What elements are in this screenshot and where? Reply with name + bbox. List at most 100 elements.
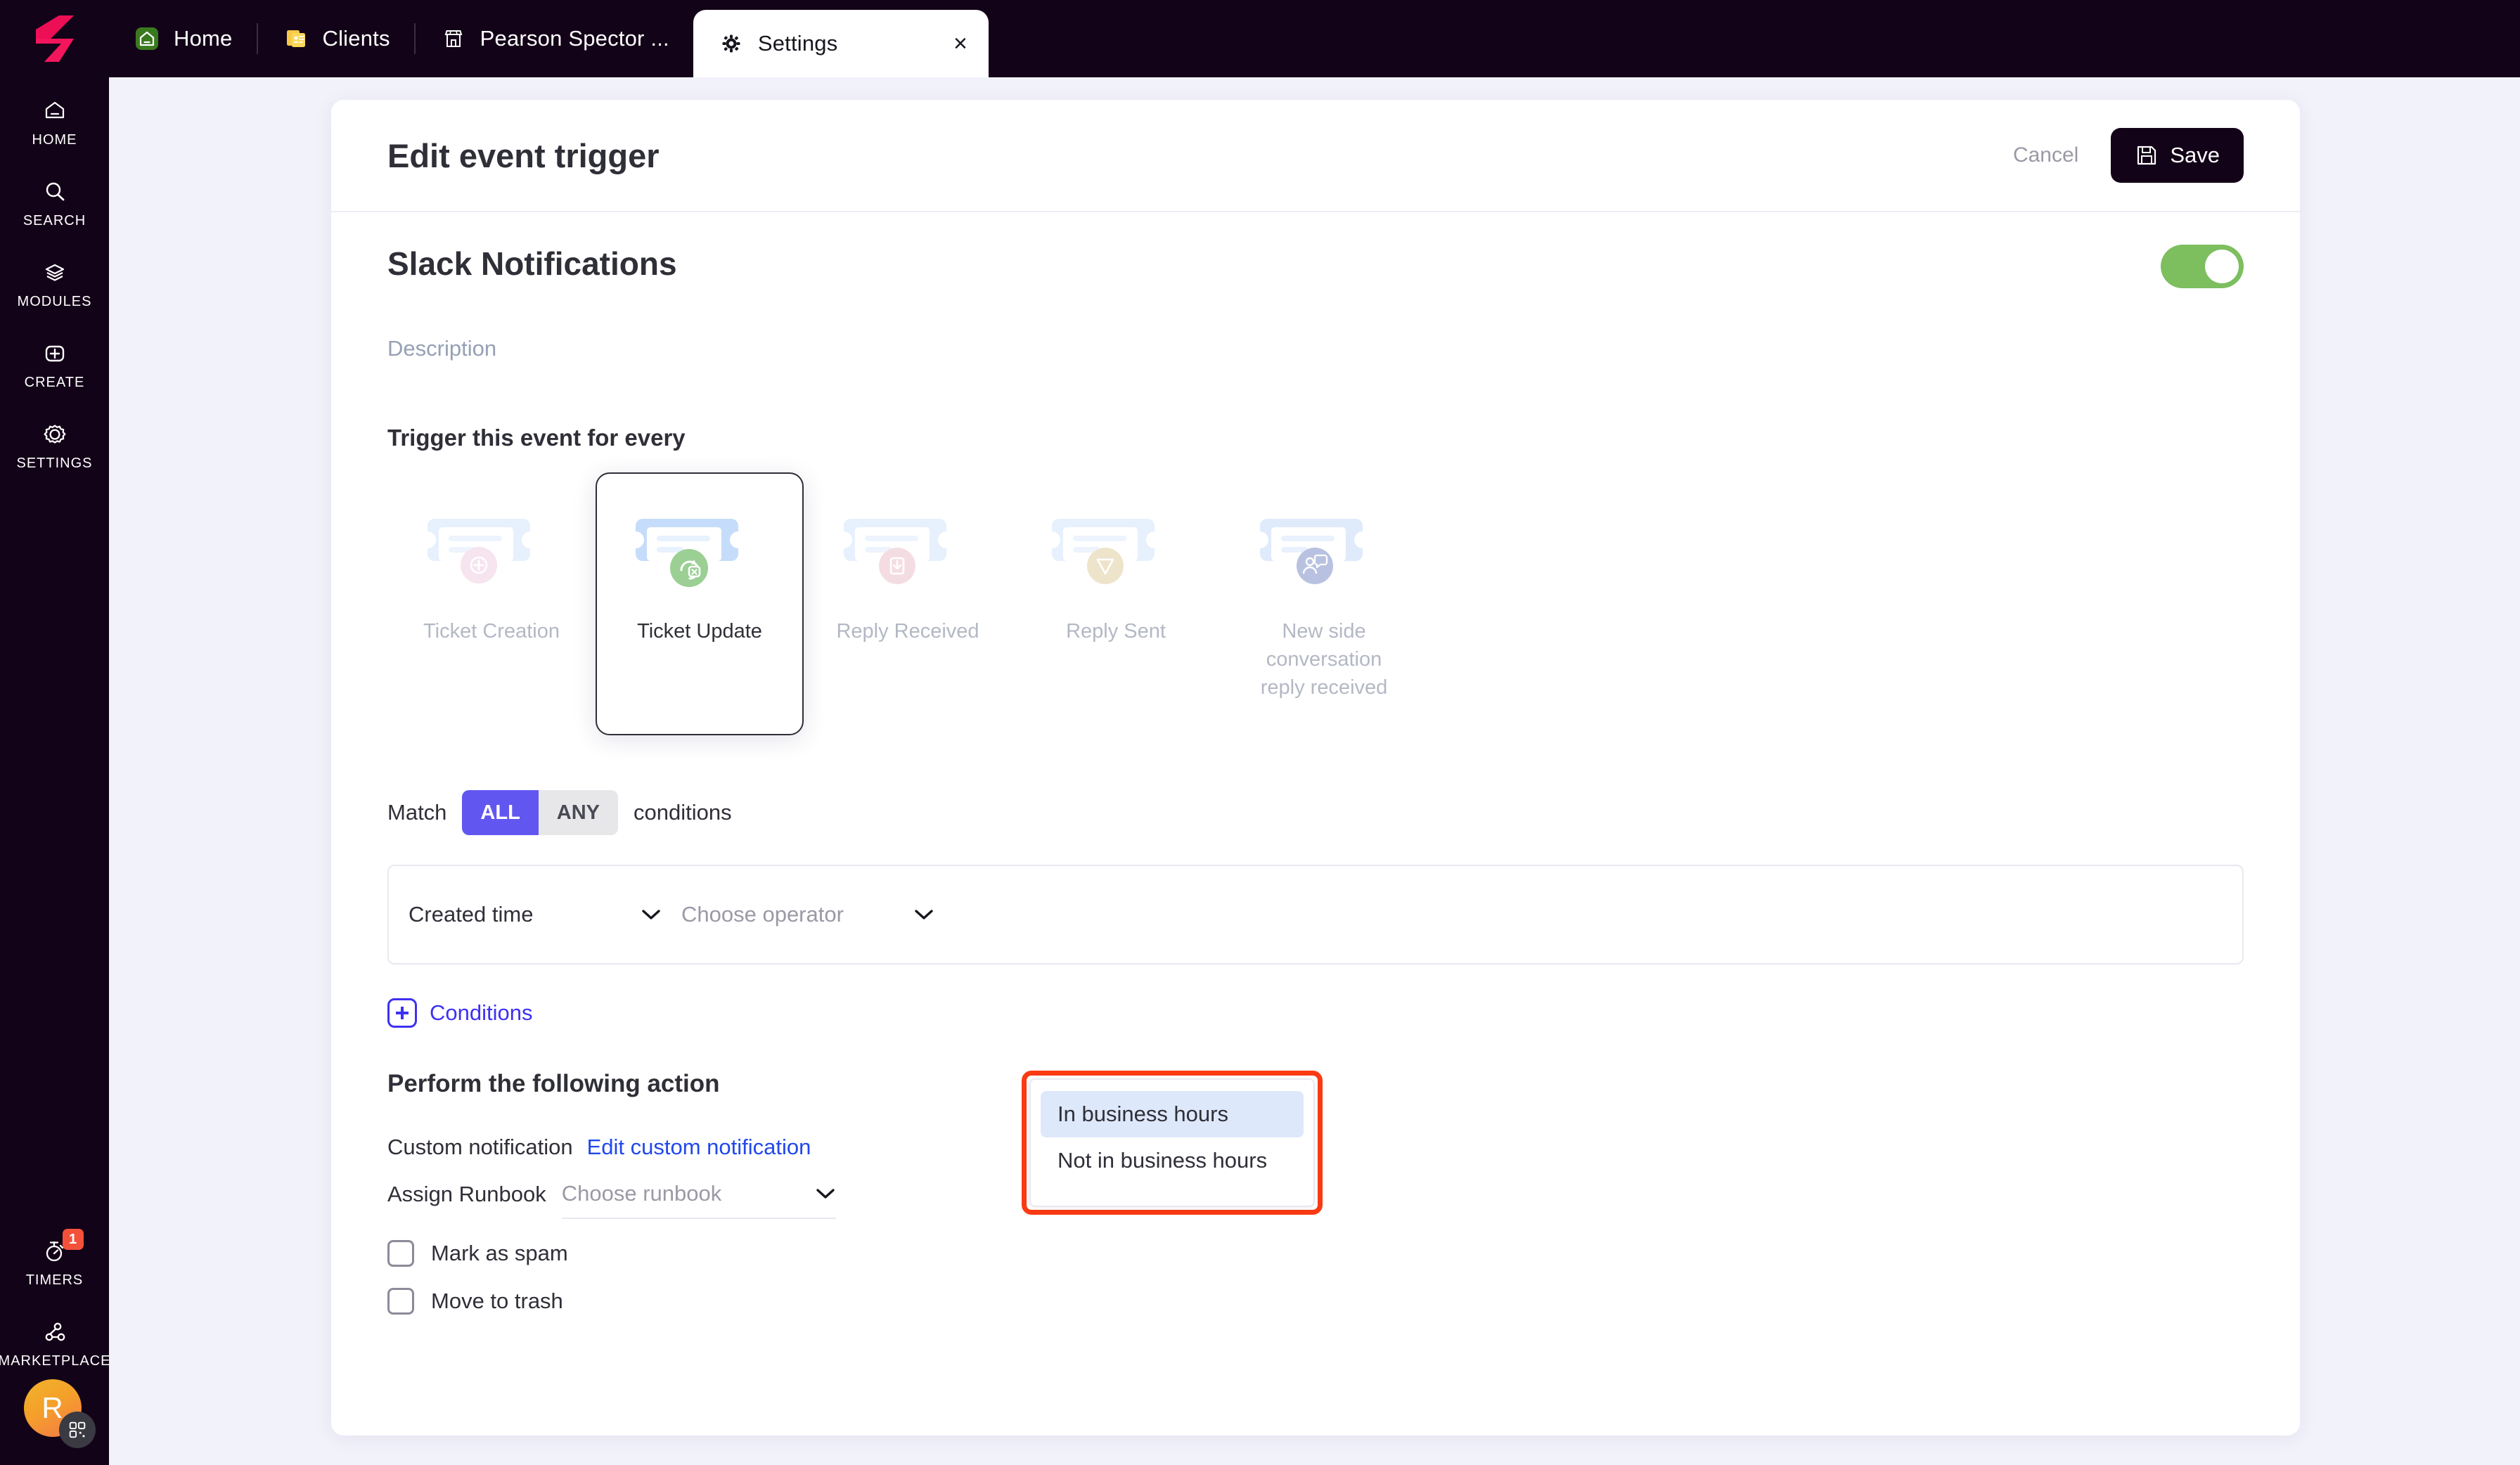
runbook-select[interactable]: Choose runbook (561, 1170, 836, 1219)
floppy-disk-icon (2138, 146, 2156, 165)
event-type-ticket-creation[interactable]: Ticket Creation (387, 472, 596, 735)
trigger-name-row: Slack Notifications (387, 245, 2244, 288)
plus-square-icon (387, 998, 417, 1028)
sidebar-item-label: MARKETPLACE (0, 1353, 111, 1369)
tab-label: Pearson Spector ... (480, 26, 669, 51)
ticket-inbox-icon (835, 498, 980, 593)
stopwatch-icon: 1 (40, 1229, 84, 1266)
event-type-ticket-update[interactable]: Ticket Update (596, 472, 804, 735)
trigger-name[interactable]: Slack Notifications (387, 245, 677, 283)
ticket-send-icon (1043, 498, 1188, 593)
move-to-trash-checkbox[interactable] (387, 1288, 414, 1315)
condition-operator-placeholder: Choose operator (681, 902, 844, 927)
mark-as-spam-row[interactable]: Mark as spam (387, 1240, 2244, 1267)
operator-option-in-business-hours[interactable]: In business hours (1041, 1091, 1304, 1137)
ticket-refresh-icon (627, 498, 772, 593)
left-nav-rail: HOME SEARCH MODULES CREATE SETTINGS 1 TI… (0, 77, 111, 1465)
sidebar-item-label: SEARCH (22, 213, 86, 228)
card-header: Edit event trigger Cancel Save (331, 100, 2300, 212)
event-type-list: Ticket Creation Ticket Update Reply Rece… (387, 472, 2244, 735)
trigger-event-heading: Trigger this event for every (387, 425, 686, 451)
clients-card-icon (286, 30, 305, 47)
event-type-label: Ticket Update (637, 620, 762, 643)
top-bar: Home Clients Pearson Spector ... Setting… (0, 0, 2520, 77)
page-title: Edit event trigger (387, 136, 660, 174)
header-actions: Cancel Save (2013, 128, 2244, 183)
mark-as-spam-checkbox[interactable] (387, 1240, 414, 1267)
event-type-label: New side conversation reply received (1260, 620, 1388, 699)
chevron-down-icon (915, 910, 933, 919)
page-surface: Edit event trigger Cancel Save Slack Not… (109, 77, 2520, 1465)
sidebar-item-home[interactable]: HOME (0, 77, 109, 158)
avatar[interactable]: R (23, 1379, 96, 1448)
edit-custom-notification-link[interactable]: Edit custom notification (587, 1135, 811, 1160)
event-type-reply-received[interactable]: Reply Received (804, 472, 1012, 735)
add-conditions-button[interactable]: Conditions (387, 998, 2244, 1028)
storefront-icon (444, 30, 463, 47)
sidebar-item-label: HOME (32, 132, 77, 148)
sidebar-item-search[interactable]: SEARCH (0, 158, 109, 239)
logo-s-mark (35, 15, 74, 62)
description-input[interactable]: Description (387, 336, 2244, 361)
close-icon[interactable]: × (938, 32, 968, 56)
event-type-label: Ticket Creation (423, 620, 560, 643)
operator-dropdown-menu: In business hours Not in business hours (1029, 1078, 1315, 1207)
event-type-label: Reply Received (836, 620, 979, 643)
tab-label: Settings (757, 31, 838, 56)
edit-event-trigger-card: Edit event trigger Cancel Save Slack Not… (331, 100, 2300, 1435)
ticket-plus-icon (419, 498, 564, 593)
tab-label: Clients (322, 26, 390, 51)
home-icon (136, 27, 158, 50)
move-to-trash-row[interactable]: Move to trash (387, 1288, 2244, 1315)
operator-dropdown-highlight: In business hours Not in business hours (1022, 1071, 1323, 1215)
condition-operator-select[interactable]: Choose operator (681, 890, 934, 939)
sidebar-item-label: CREATE (24, 375, 85, 390)
match-any-button[interactable]: ANY (538, 790, 619, 835)
chevron-down-icon (642, 910, 660, 919)
move-to-trash-label: Move to trash (431, 1289, 563, 1313)
match-all-button[interactable]: ALL (462, 790, 539, 835)
sidebar-item-modules[interactable]: MODULES (0, 239, 109, 320)
gear-icon (722, 34, 740, 53)
ticket-chat-icon (1252, 498, 1396, 593)
plus-square-icon (40, 339, 70, 368)
event-type-label: Reply Sent (1066, 620, 1166, 643)
assign-runbook-label: Assign Runbook (387, 1182, 546, 1206)
layers-icon (40, 258, 70, 288)
tab-home[interactable]: Home (109, 0, 257, 77)
enable-trigger-toggle[interactable] (2161, 245, 2244, 288)
search-icon (40, 177, 70, 207)
match-suffix-label: conditions (634, 800, 732, 825)
match-conditions-row: Match ALL ANY conditions (387, 790, 2244, 835)
timers-badge: 1 (62, 1229, 84, 1250)
condition-field-value: Created time (409, 902, 534, 927)
tab-strip: Home Clients Pearson Spector ... Setting… (109, 0, 989, 77)
event-type-new-side-conversation-reply[interactable]: New side conversation reply received (1220, 472, 1428, 735)
match-prefix-label: Match (387, 800, 447, 825)
chevron-down-icon (816, 1189, 835, 1199)
save-button-label: Save (2170, 143, 2220, 167)
event-type-reply-sent[interactable]: Reply Sent (1012, 472, 1220, 735)
sidebar-item-settings[interactable]: SETTINGS (0, 401, 109, 482)
tab-settings[interactable]: Settings × (693, 10, 989, 77)
sidebar-item-label: SETTINGS (16, 456, 93, 471)
sidebar-item-marketplace[interactable]: MARKETPLACE (0, 1298, 111, 1379)
runbook-placeholder: Choose runbook (561, 1181, 722, 1206)
cancel-button[interactable]: Cancel (2013, 143, 2078, 167)
operator-option-not-in-business-hours[interactable]: Not in business hours (1041, 1137, 1304, 1184)
tab-clients[interactable]: Clients (258, 0, 414, 77)
qr-code-icon[interactable] (58, 1412, 96, 1448)
save-button[interactable]: Save (2111, 128, 2244, 183)
sidebar-item-label: MODULES (17, 294, 92, 309)
tab-label: Home (174, 26, 233, 51)
sidebar-item-label: TIMERS (25, 1272, 84, 1288)
sidebar-item-create[interactable]: CREATE (0, 320, 109, 401)
tab-account[interactable]: Pearson Spector ... (416, 0, 693, 77)
app-logo[interactable] (0, 0, 109, 77)
sidebar-item-timers[interactable]: 1 TIMERS (0, 1218, 109, 1298)
condition-row: Created time Choose operator (387, 865, 2244, 964)
condition-field-select[interactable]: Created time (409, 890, 662, 939)
custom-notification-label: Custom notification (387, 1135, 573, 1159)
add-conditions-label: Conditions (430, 1000, 533, 1025)
share-nodes-icon (40, 1317, 70, 1347)
